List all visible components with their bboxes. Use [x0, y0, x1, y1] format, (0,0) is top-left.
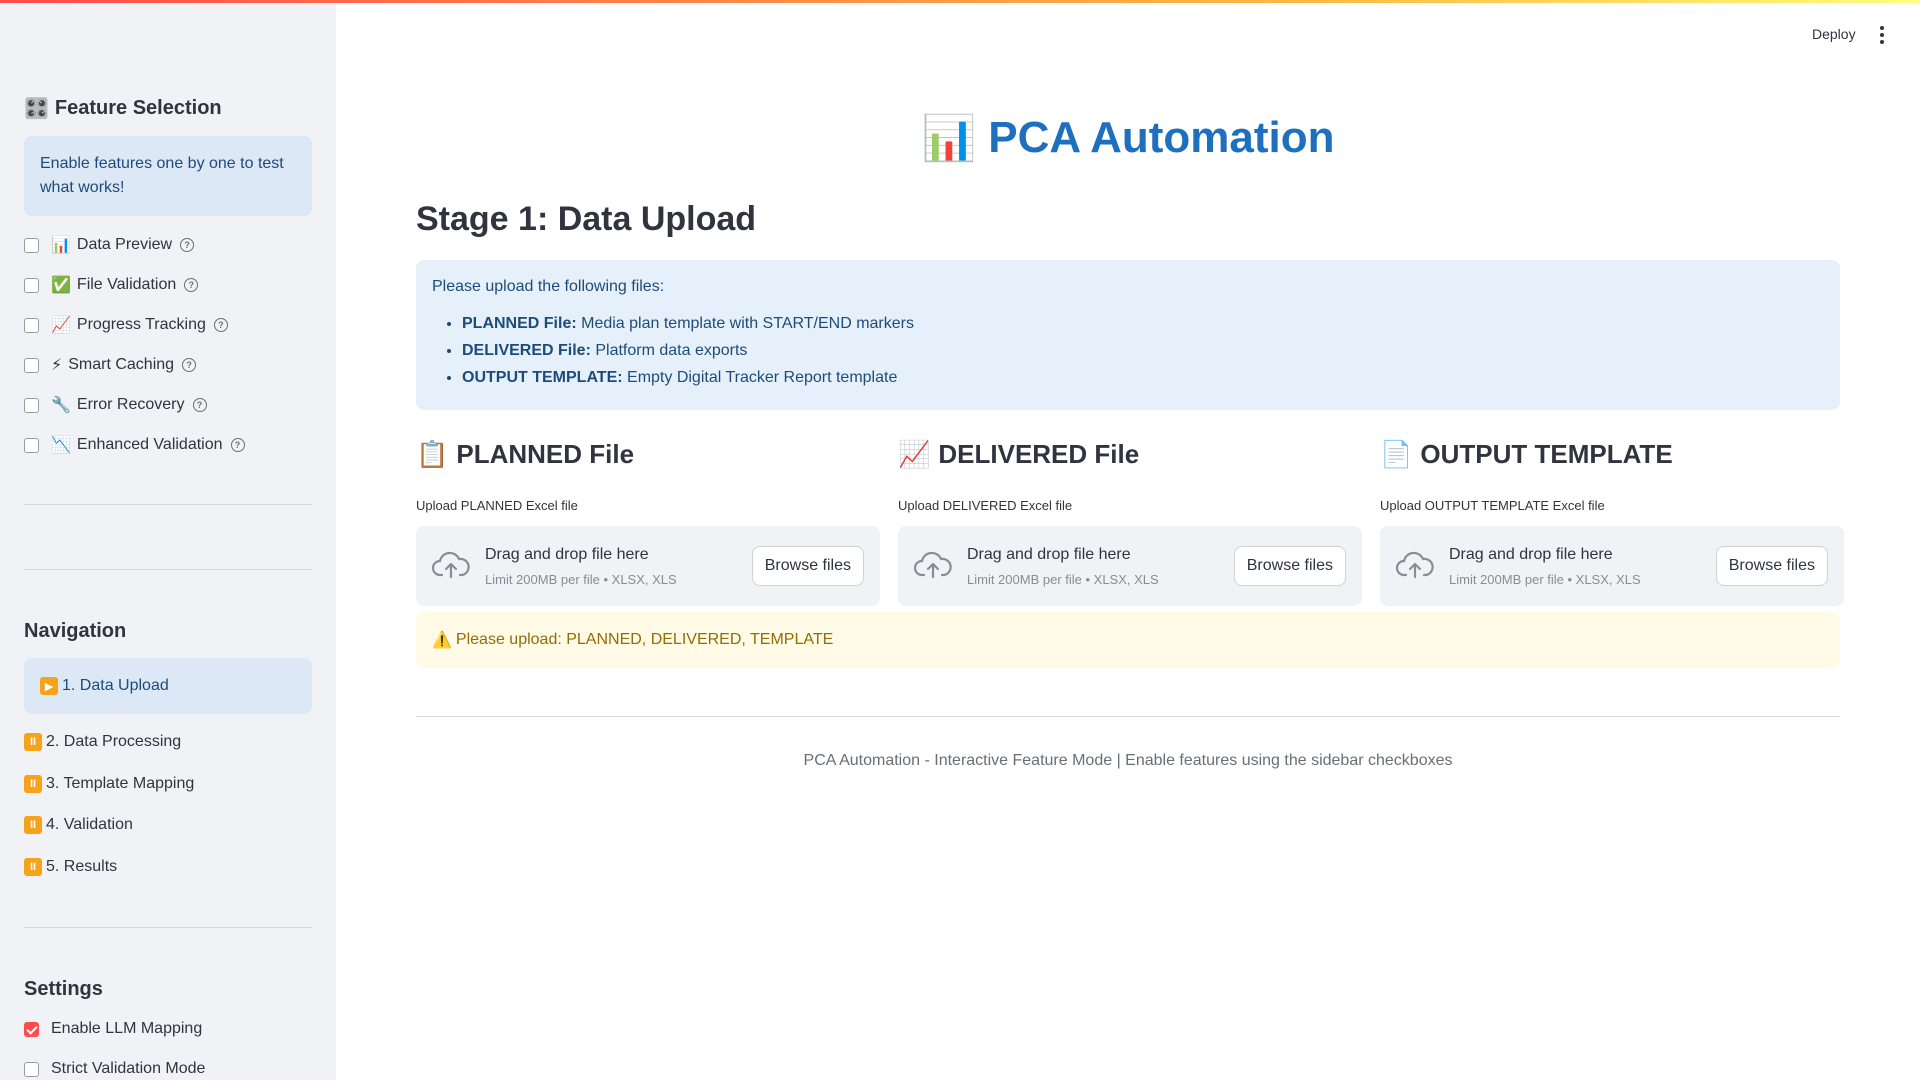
checkbox-checked[interactable] [24, 1021, 39, 1037]
uploader-title: 📄 OUTPUT TEMPLATE [1380, 438, 1673, 469]
pause-icon: II [24, 816, 42, 834]
sidebar-divider [24, 504, 312, 505]
checkbox[interactable] [24, 317, 39, 333]
trending-up-icon: 📈 [898, 438, 931, 469]
upload-list: PLANNED File: Media plan template with S… [432, 310, 1824, 391]
nav-item-validation[interactable]: II 4. Validation [24, 811, 312, 839]
help-icon[interactable]: ? [213, 318, 228, 332]
top-accent-bar [0, 0, 1920, 3]
lightning-icon: ⚡ [51, 357, 63, 374]
upload-intro: Please upload the following files: [432, 278, 665, 295]
warning-icon: ⚠️ [432, 632, 452, 649]
app-title: 📊 PCA Automation [921, 113, 1335, 163]
setting-strict-validation-mode[interactable]: Strict Validation Mode [24, 1057, 205, 1080]
control-knobs-icon: 🎛️ [24, 98, 49, 120]
sidebar-divider [24, 569, 312, 570]
checkbox[interactable] [24, 1061, 39, 1077]
feature-checkbox-error-recovery[interactable]: 🔧 Error Recovery ? [24, 393, 207, 417]
wrench-icon: 🔧 [51, 397, 71, 414]
uploader-title: 📈 DELIVERED File [898, 438, 1140, 469]
cloud-upload-icon [1396, 551, 1434, 579]
feature-selection-title: 🎛️ Feature Selection [24, 97, 222, 120]
template-uploader: 📄 OUTPUT TEMPLATE Upload OUTPUT TEMPLATE… [1380, 430, 1844, 606]
feature-info-box: Enable features one by one to test what … [24, 136, 312, 216]
document-icon: 📄 [1380, 438, 1413, 469]
help-icon[interactable]: ? [192, 398, 207, 412]
feature-checkbox-file-validation[interactable]: ✅ File Validation ? [24, 273, 199, 297]
checkbox[interactable] [24, 397, 39, 413]
dropzone-text: Drag and drop file here [1449, 546, 1613, 563]
file-dropzone[interactable]: Drag and drop file here Limit 200MB per … [898, 526, 1362, 606]
setting-enable-llm-mapping[interactable]: Enable LLM Mapping [24, 1017, 202, 1041]
feature-checkbox-progress-tracking[interactable]: 📈 Progress Tracking ? [24, 313, 228, 337]
uploader-label: Upload PLANNED Excel file [416, 498, 578, 513]
list-item: DELIVERED File: Platform data exports [462, 337, 1824, 364]
help-icon[interactable]: ? [184, 278, 199, 292]
deploy-button[interactable]: Deploy [1812, 26, 1856, 42]
sidebar: 🎛️ Feature Selection Enable features one… [0, 0, 336, 1080]
cloud-upload-icon [914, 551, 952, 579]
file-dropzone[interactable]: Drag and drop file here Limit 200MB per … [416, 526, 880, 606]
list-item: PLANNED File: Media plan template with S… [462, 310, 1824, 337]
browse-files-button[interactable]: Browse files [751, 546, 864, 586]
more-menu-icon[interactable] [1878, 26, 1886, 44]
dropzone-text: Drag and drop file here [967, 546, 1131, 563]
list-item: OUTPUT TEMPLATE: Empty Digital Tracker R… [462, 364, 1824, 391]
checkbox[interactable] [24, 237, 39, 253]
bar-chart-icon: 📊 [921, 114, 977, 163]
play-icon: ▶ [40, 677, 58, 695]
nav-item-results[interactable]: II 5. Results [24, 853, 312, 881]
main-divider [416, 716, 1840, 717]
delivered-uploader: 📈 DELIVERED File Upload DELIVERED Excel … [898, 430, 1362, 606]
nav-item-data-processing[interactable]: II 2. Data Processing [24, 728, 312, 756]
file-dropzone[interactable]: Drag and drop file here Limit 200MB per … [1380, 526, 1844, 606]
feature-checkbox-smart-caching[interactable]: ⚡ Smart Caching ? [24, 353, 197, 377]
settings-title: Settings [24, 978, 103, 1000]
help-icon[interactable]: ? [182, 358, 197, 372]
nav-item-data-upload[interactable]: ▶ 1. Data Upload [24, 658, 312, 714]
browse-files-button[interactable]: Browse files [1233, 546, 1346, 586]
dropzone-limit: Limit 200MB per file • XLSX, XLS [485, 572, 677, 587]
planned-uploader: 📋 PLANNED File Upload PLANNED Excel file… [416, 430, 880, 606]
bar-chart-icon: 📊 [51, 237, 71, 254]
pause-icon: II [24, 775, 42, 793]
feature-checkbox-data-preview[interactable]: 📊 Data Preview ? [24, 233, 195, 257]
uploader-title: 📋 PLANNED File [416, 438, 635, 469]
uploader-label: Upload DELIVERED Excel file [898, 498, 1073, 513]
clipboard-icon: 📋 [416, 438, 449, 469]
dropzone-limit: Limit 200MB per file • XLSX, XLS [1449, 572, 1641, 587]
nav-item-template-mapping[interactable]: II 3. Template Mapping [24, 770, 312, 798]
browse-files-button[interactable]: Browse files [1715, 546, 1828, 586]
footer-text: PCA Automation - Interactive Feature Mod… [803, 752, 1453, 769]
pause-icon: II [24, 733, 42, 751]
check-mark-icon: ✅ [51, 277, 71, 294]
checkbox[interactable] [24, 357, 39, 373]
upload-instructions: Please upload the following files: PLANN… [416, 260, 1840, 410]
dropzone-limit: Limit 200MB per file • XLSX, XLS [967, 572, 1159, 587]
sidebar-divider [24, 927, 312, 928]
dropzone-text: Drag and drop file here [485, 546, 649, 563]
uploader-label: Upload OUTPUT TEMPLATE Excel file [1380, 498, 1605, 513]
trending-up-icon: 📈 [51, 317, 71, 334]
checkbox[interactable] [24, 437, 39, 453]
cloud-upload-icon [432, 551, 470, 579]
pause-icon: II [24, 858, 42, 876]
upload-warning: ⚠️ Please upload: PLANNED, DELIVERED, TE… [416, 612, 1840, 668]
help-icon[interactable]: ? [230, 438, 245, 452]
feature-checkbox-enhanced-validation[interactable]: 📉 Enhanced Validation ? [24, 433, 245, 457]
checkbox[interactable] [24, 277, 39, 293]
navigation-title: Navigation [24, 620, 127, 642]
stage-title: Stage 1: Data Upload [416, 200, 757, 238]
trending-down-icon: 📉 [51, 437, 71, 454]
help-icon[interactable]: ? [180, 238, 195, 252]
